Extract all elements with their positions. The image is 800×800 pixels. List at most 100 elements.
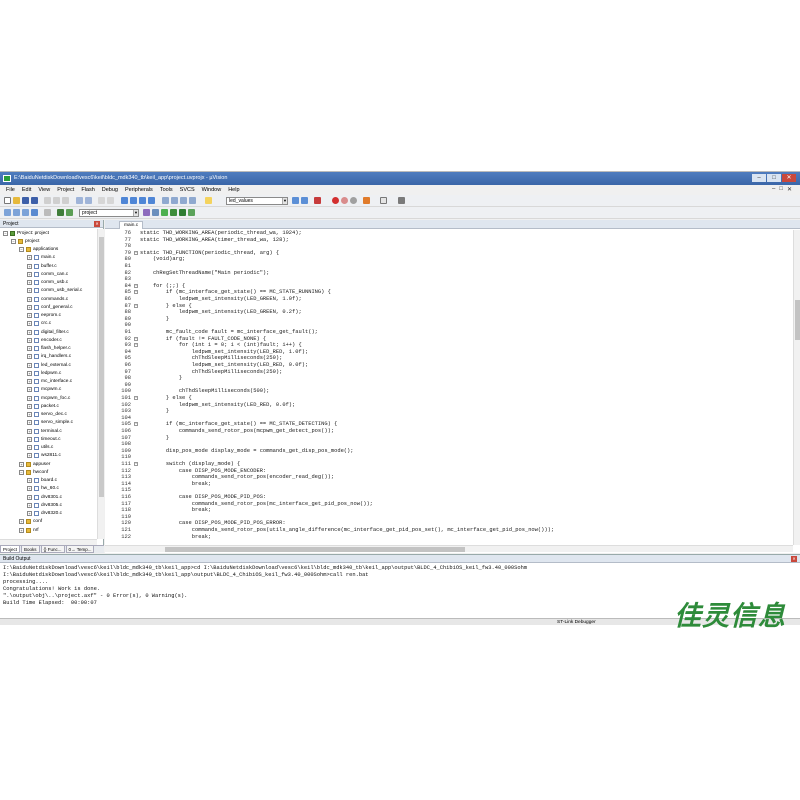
clear-breakpoints-icon[interactable]: [350, 197, 357, 204]
build-icon[interactable]: [13, 209, 20, 216]
tree-item[interactable]: + conf_general.c: [27, 303, 72, 311]
pack-installer-icon[interactable]: [188, 209, 195, 216]
expand-icon[interactable]: +: [27, 354, 32, 360]
menu-item-project[interactable]: Project: [57, 187, 74, 193]
expand-icon[interactable]: +: [27, 387, 32, 393]
open-folder-icon[interactable]: [13, 197, 20, 204]
tree-item[interactable]: + timeout.c: [27, 435, 60, 443]
tree-item[interactable]: + appuser: [19, 460, 50, 468]
tree-item[interactable]: − hwconf: [19, 468, 48, 476]
tree-item[interactable]: + irq_handlers.c: [27, 353, 71, 361]
tree-item[interactable]: + conf: [19, 518, 42, 526]
fold-toggle-icon[interactable]: −: [134, 336, 138, 341]
title-bar[interactable]: E:\BaiduNetdiskDownload\vesc6\keil\bldc_…: [0, 172, 800, 185]
download-icon[interactable]: [57, 209, 64, 216]
rebuild-icon[interactable]: [22, 209, 29, 216]
tree-item[interactable]: + comm_usb.c: [27, 279, 68, 287]
save-icon[interactable]: [22, 197, 29, 204]
prev-bookmark-icon[interactable]: [130, 197, 137, 204]
expand-icon[interactable]: +: [27, 436, 32, 442]
expand-icon[interactable]: +: [27, 494, 32, 500]
fold-toggle-icon[interactable]: −: [134, 290, 138, 295]
fold-toggle-icon[interactable]: −: [134, 396, 138, 400]
find-combo[interactable]: led_values ▼: [226, 197, 288, 205]
tab-functions[interactable]: {} Func...: [40, 546, 65, 553]
fold-toggle-icon[interactable]: −: [134, 303, 138, 308]
expand-icon[interactable]: +: [27, 511, 32, 516]
tree-item[interactable]: + comm_can.c: [27, 270, 68, 278]
editor-vertical-scrollbar[interactable]: [793, 230, 800, 545]
tree-item[interactable]: + ledpwm.c: [27, 369, 61, 377]
expand-icon[interactable]: +: [27, 321, 32, 327]
tree-item[interactable]: + comm_usb_serial.c: [27, 287, 82, 295]
editor-horizontal-scrollbar[interactable]: [105, 545, 793, 552]
disable-breakpoint-icon[interactable]: [341, 197, 348, 204]
collapse-icon[interactable]: −: [11, 238, 16, 244]
expand-icon[interactable]: +: [27, 280, 32, 285]
mdi-restore-button[interactable]: □: [779, 186, 783, 193]
redo-icon[interactable]: [85, 197, 92, 204]
tree-item[interactable]: − project: [11, 237, 39, 245]
menu-item-svcs[interactable]: SVCS: [180, 187, 195, 193]
configure-icon[interactable]: [363, 197, 370, 204]
tree-item[interactable]: + utils.c: [27, 444, 53, 452]
breakpoint-icon[interactable]: [332, 197, 339, 204]
tree-item[interactable]: + servo_dec.c: [27, 411, 67, 419]
expand-icon[interactable]: +: [27, 412, 32, 417]
unindent-icon[interactable]: [171, 197, 178, 204]
undo-icon[interactable]: [76, 197, 83, 204]
expand-icon[interactable]: +: [27, 420, 32, 426]
menu-item-help[interactable]: Help: [228, 187, 239, 193]
tree-item[interactable]: + drv8305.c: [27, 501, 62, 509]
mdi-minimize-button[interactable]: –: [772, 186, 775, 193]
tab-books[interactable]: Books: [21, 546, 40, 553]
file-extensions-icon[interactable]: [152, 209, 159, 216]
load-icon[interactable]: [66, 209, 73, 216]
bookmark-icon[interactable]: [121, 197, 128, 204]
tree-item[interactable]: + encoder.c: [27, 336, 62, 344]
tree-item[interactable]: + crc.c: [27, 320, 51, 328]
batch-build-icon[interactable]: [31, 209, 38, 216]
target-options-icon[interactable]: [143, 209, 150, 216]
clear-bookmarks-icon[interactable]: [148, 197, 155, 204]
uncomment-icon[interactable]: [189, 197, 196, 204]
mdi-close-button[interactable]: ✕: [787, 186, 792, 193]
menu-item-window[interactable]: Window: [202, 187, 222, 193]
expand-icon[interactable]: +: [27, 337, 32, 343]
expand-icon[interactable]: +: [27, 362, 32, 368]
debug-start-icon[interactable]: [314, 197, 321, 204]
tab-templates[interactable]: 0→ Temp...: [65, 546, 95, 553]
tree-item[interactable]: + led_external.c: [27, 361, 71, 369]
tree-item[interactable]: + hw_60.c: [27, 485, 59, 493]
close-button[interactable]: ✕: [782, 174, 796, 182]
copy-icon[interactable]: [53, 197, 60, 204]
expand-icon[interactable]: +: [27, 486, 32, 492]
stop-build-icon[interactable]: [44, 209, 51, 216]
tree-item[interactable]: − Project: project: [3, 229, 49, 237]
collapse-icon[interactable]: −: [3, 230, 8, 236]
tree-item[interactable]: − applications: [19, 246, 58, 254]
nav-forward-icon[interactable]: [107, 197, 114, 204]
paste-icon[interactable]: [62, 197, 69, 204]
menu-item-file[interactable]: File: [6, 187, 15, 193]
expand-icon[interactable]: +: [19, 519, 24, 525]
expand-icon[interactable]: +: [27, 379, 32, 384]
nav-back-icon[interactable]: [98, 197, 105, 204]
menu-item-tools[interactable]: Tools: [160, 187, 173, 193]
expand-icon[interactable]: +: [27, 445, 32, 450]
code-area[interactable]: static THD_WORKING_AREA(periodic_thread_…: [140, 230, 787, 545]
tree-item[interactable]: + nrf: [19, 526, 39, 534]
minimize-button[interactable]: –: [752, 174, 766, 182]
window-layout-icon[interactable]: [380, 197, 387, 204]
tree-item[interactable]: + eeprom.c: [27, 312, 61, 320]
tree-item[interactable]: + terminal.c: [27, 427, 62, 435]
cut-icon[interactable]: [44, 197, 51, 204]
menu-item-debug[interactable]: Debug: [102, 187, 118, 193]
chevron-down-icon[interactable]: ▼: [282, 198, 287, 204]
expand-icon[interactable]: +: [27, 346, 32, 351]
tools-icon[interactable]: [398, 197, 405, 204]
tree-item[interactable]: + commands.c: [27, 295, 68, 303]
fold-toggle-icon[interactable]: −: [134, 283, 138, 288]
expand-icon[interactable]: +: [27, 453, 32, 459]
tree-item[interactable]: + mcpwm_foc.c: [27, 394, 70, 402]
